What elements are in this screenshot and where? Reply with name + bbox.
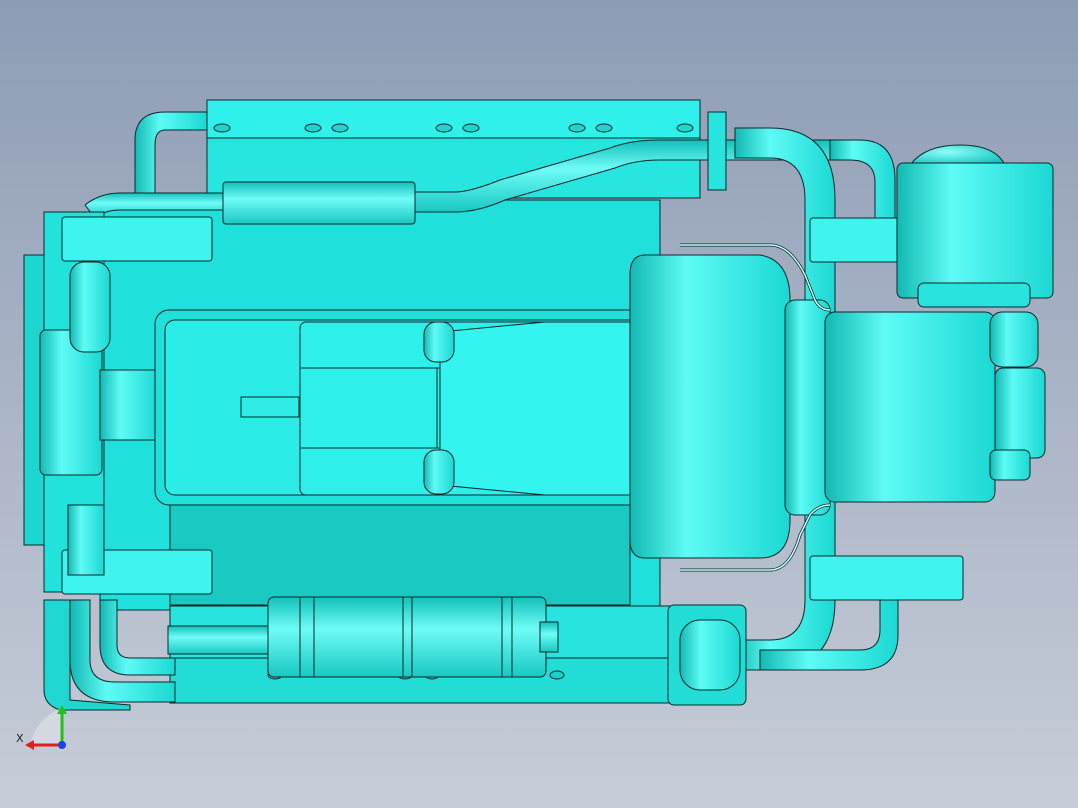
cad-viewport[interactable]: X	[0, 0, 1078, 808]
muffler-outlet	[539, 621, 559, 653]
bolt	[462, 123, 480, 133]
motor-cap	[989, 311, 1039, 368]
right-lower-bracket	[809, 555, 964, 601]
motor-body	[824, 311, 996, 503]
plenum-tab	[240, 396, 300, 418]
plenum-taper	[439, 321, 656, 496]
flywheel-ring	[784, 299, 831, 516]
lower-gear-disk	[679, 619, 741, 691]
air-filter-base	[917, 282, 1031, 308]
bolt	[549, 670, 565, 680]
x-axis-label: X	[16, 732, 24, 745]
bolt	[331, 123, 349, 133]
bolt	[304, 123, 322, 133]
left-upper-duct	[69, 261, 111, 353]
lower-block-shade	[169, 504, 631, 606]
motor-shaft	[994, 367, 1046, 459]
pulley-hub	[99, 369, 159, 441]
bolt	[213, 123, 231, 133]
top-rail	[206, 99, 701, 139]
top-right-flange	[707, 111, 727, 191]
left-lower-duct	[67, 504, 105, 576]
intake-runner	[423, 449, 455, 495]
flywheel-housing	[629, 254, 791, 559]
z-axis-marker	[58, 741, 66, 749]
upper-crossover-sleeve	[222, 181, 416, 225]
bolt	[595, 123, 613, 133]
muffler	[267, 596, 547, 678]
bolt	[676, 123, 694, 133]
air-filter-canister	[896, 162, 1054, 299]
bolt	[435, 123, 453, 133]
cad-canvas[interactable]	[0, 0, 1078, 808]
bolt	[568, 123, 586, 133]
intake-runner	[423, 321, 455, 363]
left-upper-bracket	[61, 216, 213, 262]
motor-foot	[989, 449, 1031, 481]
